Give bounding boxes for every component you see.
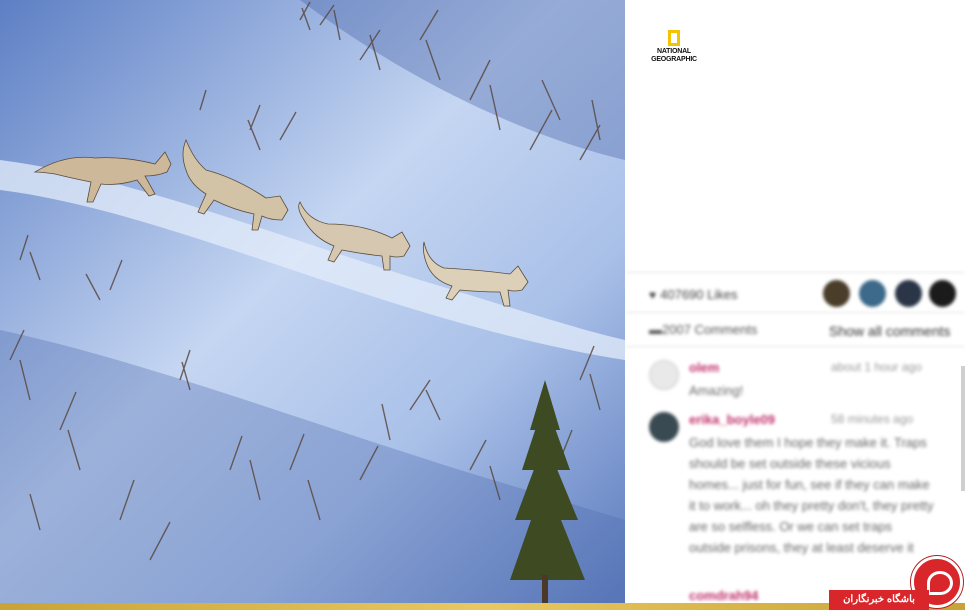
scrollbar[interactable] <box>961 366 965 491</box>
likes-label: 407690 Likes <box>660 287 738 302</box>
comment-text: Amazing! <box>689 383 744 398</box>
yellow-frame-icon <box>668 30 680 46</box>
national-geographic-logo[interactable]: NATIONAL GEOGRAPHIC <box>649 30 699 64</box>
comment-time: about 1 hour ago <box>831 360 922 374</box>
divider <box>625 346 965 347</box>
comments-label: 2007 Comments <box>662 322 758 337</box>
comment-icon: ▬ <box>649 322 662 337</box>
logo-line-2: GEOGRAPHIC <box>651 56 697 63</box>
likes-count[interactable]: ♥ 407690 Likes <box>649 287 737 302</box>
avatar[interactable] <box>649 412 679 442</box>
post-side-panel: NATIONAL GEOGRAPHIC ♥ 407690 Likes ▬2007 … <box>625 0 965 603</box>
post-photo[interactable] <box>0 0 625 603</box>
show-all-comments-link[interactable]: Show all comments <box>829 323 950 339</box>
avatar[interactable] <box>821 278 852 309</box>
avatar[interactable] <box>893 278 924 309</box>
avatar[interactable] <box>857 278 888 309</box>
comment-item: olem about 1 hour ago Amazing! <box>649 360 949 400</box>
comment-text: God love them I hope they make it. Traps… <box>689 435 934 555</box>
heart-icon: ♥ <box>649 288 657 302</box>
comment-username[interactable]: comdrah94 <box>689 588 758 603</box>
comments-count[interactable]: ▬2007 Comments <box>649 322 757 337</box>
divider <box>625 312 965 313</box>
avatar[interactable] <box>927 278 958 309</box>
divider <box>625 272 965 273</box>
comment-time: 58 minutes ago <box>831 412 914 426</box>
watermark-text: باشگاه خبرنگاران <box>829 590 929 610</box>
comment-item: erika_boyle09 58 minutes ago God love th… <box>649 412 949 582</box>
logo-line-1: NATIONAL <box>656 48 692 55</box>
user-placeholder-icon[interactable] <box>649 360 679 390</box>
post-details-blurred: ♥ 407690 Likes ▬2007 Comments Show all co… <box>625 236 965 603</box>
gold-bottom-bar <box>0 603 965 610</box>
comment-username[interactable]: erika_boyle09 <box>689 412 775 427</box>
wolves-snow-photo <box>0 0 625 603</box>
comment-username[interactable]: olem <box>689 360 719 375</box>
